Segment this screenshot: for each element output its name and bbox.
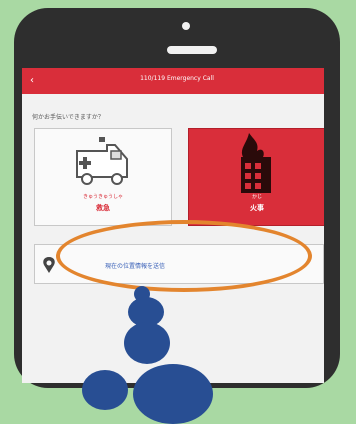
map-pin-icon (43, 257, 55, 273)
back-arrow-icon[interactable]: ‹ (30, 75, 38, 87)
highlight-ellipse (56, 220, 312, 292)
ambulance-title: 救急 (96, 204, 110, 212)
fire-building-icon (241, 133, 271, 193)
ambulance-subtitle: きゅうきゅうしゃ (82, 194, 123, 200)
app-header: ‹ 110/119 Emergency Call (22, 68, 324, 94)
ambulance-icon (76, 137, 128, 185)
fire-title: 火事 (250, 204, 264, 212)
ambulance-card[interactable]: きゅうきゅうしゃ 救急 (34, 128, 172, 226)
prompt-text: 何かお手伝いできますか？ (32, 114, 104, 121)
thought-bubble-left (82, 370, 128, 410)
fire-card[interactable]: かじ 火事 (188, 128, 324, 226)
fire-subtitle: かじ (251, 194, 262, 200)
header-title: 110/119 Emergency Call (140, 75, 214, 82)
earpiece-speaker (167, 46, 217, 54)
front-camera (182, 22, 190, 30)
thought-bubble-main (133, 364, 213, 424)
thought-bubble-large (124, 322, 170, 364)
